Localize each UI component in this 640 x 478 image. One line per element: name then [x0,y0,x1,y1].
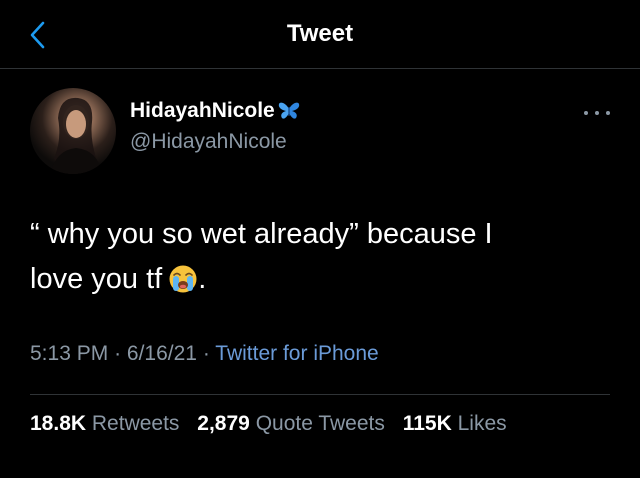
quote-tweets-count: 2,879 [197,412,250,435]
avatar[interactable] [30,88,116,174]
retweets-count: 18.8K [30,412,87,435]
likes-count: 115K [402,412,452,435]
retweets-stat[interactable]: 18.8K Retweets [30,412,179,435]
likes-label: Likes [457,412,507,435]
tweet-metadata: 5:13 PM · 6/16/21 · Twitter for iPhone [30,342,379,366]
meta-separator: · [114,342,122,365]
tweet-date[interactable]: 6/16/21 [127,342,197,365]
tweet-author[interactable]: HidayahNicole @HidayahNicole [130,98,300,154]
author-handle[interactable]: @HidayahNicole [130,130,300,154]
author-display-name[interactable]: HidayahNicole [130,98,275,124]
divider [30,394,610,395]
likes-stat[interactable]: 115K Likes [403,412,507,435]
tweet-text-line-1: “ why you so wet already” because I [30,218,493,250]
butterfly-icon [278,101,300,121]
tweet-text: “ why you so wet already” because I love… [30,212,610,308]
more-horizontal-icon [584,111,588,115]
tweet-text-line-2: love you tf . [30,257,610,308]
quote-tweets-label: Quote Tweets [255,412,385,435]
tweet-stats: 18.8K Retweets 2,879 Quote Tweets 115K L… [30,412,519,436]
tweet-time[interactable]: 5:13 PM [30,342,108,365]
page-title: Tweet [286,20,354,47]
quote-tweets-stat[interactable]: 2,879 Quote Tweets [197,412,385,435]
tweet-text-end: . [198,263,207,295]
loudly-crying-face-icon [168,263,198,308]
top-bar: Tweet [0,0,640,69]
avatar-image [50,97,102,174]
retweets-label: Retweets [91,412,180,435]
tweet-source-link[interactable]: Twitter for iPhone [215,342,378,365]
more-options-button[interactable] [584,106,610,120]
meta-separator: · [202,342,210,365]
